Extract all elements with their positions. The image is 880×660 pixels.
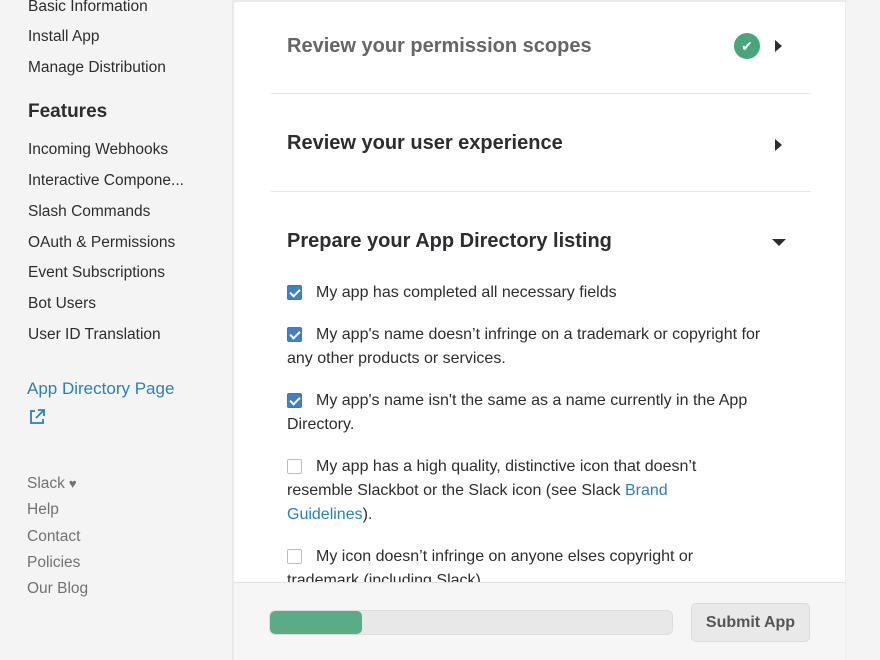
sidebar-item-oauth-permissions[interactable]: OAuth & Permissions	[28, 234, 175, 252]
sidebar-item-incoming-webhooks[interactable]: Incoming Webhooks	[28, 141, 168, 159]
checkbox[interactable]	[287, 459, 302, 474]
sidebar-item-install-app[interactable]: Install App	[28, 28, 100, 46]
sidebar: Basic Information Install App Manage Dis…	[0, 0, 233, 660]
sidebar-item-event-subscriptions[interactable]: Event Subscriptions	[28, 264, 165, 282]
main-panel: Review your permission scopes ✔ Review y…	[233, 0, 846, 582]
footer-link-contact[interactable]: Contact	[27, 528, 80, 546]
section-user-experience[interactable]: Review your user experience	[271, 94, 811, 192]
progress-bar	[269, 610, 673, 635]
checklist-item: My app's name doesn’t infringe on a trad…	[287, 323, 782, 371]
chevron-right-icon	[775, 139, 782, 151]
checklist-item: My app has a high quality, distinctive i…	[287, 455, 757, 527]
external-link-icon[interactable]	[28, 408, 46, 426]
sidebar-item-bot-users[interactable]: Bot Users	[28, 295, 96, 313]
checkbox[interactable]	[287, 549, 302, 564]
checklist-item-text: My app's name doesn’t infringe on a trad…	[287, 326, 761, 367]
checklist-item-text: My app has a high quality, distinctive i…	[287, 455, 757, 527]
section-app-directory-listing-title[interactable]: Prepare your App Directory listing	[287, 230, 612, 253]
chevron-right-icon	[775, 40, 782, 52]
footer-link-slack-label: Slack	[27, 475, 65, 492]
section-title: Review your permission scopes	[287, 35, 592, 57]
chevron-down-icon[interactable]	[772, 239, 786, 246]
sidebar-item-slash-commands[interactable]: Slash Commands	[28, 203, 150, 221]
checklist-item: My icon doesn’t infringe on anyone elses…	[287, 545, 757, 582]
progress-fill	[270, 611, 363, 634]
sidebar-item-interactive-components[interactable]: Interactive Compone...	[28, 172, 184, 190]
checklist-item: My app's name isn't the same as a name c…	[287, 389, 787, 437]
sidebar-item-user-id-translation[interactable]: User ID Translation	[28, 326, 161, 344]
footer-link-help[interactable]: Help	[27, 501, 59, 519]
app-directory-page-link[interactable]: App Directory Page	[27, 379, 174, 399]
heart-icon: ♥	[68, 476, 77, 491]
checkmark-icon: ✔	[734, 33, 760, 59]
section-permission-scopes[interactable]: Review your permission scopes ✔	[271, 0, 811, 94]
checklist-item: My app has completed all necessary field…	[287, 281, 787, 305]
submit-app-button[interactable]: Submit App	[691, 603, 810, 642]
checkbox[interactable]	[287, 285, 302, 300]
checkbox[interactable]	[287, 393, 302, 408]
footer-link-our-blog[interactable]: Our Blog	[27, 580, 88, 598]
checkbox[interactable]	[287, 327, 302, 342]
checklist-item-text: My icon doesn’t infringe on anyone elses…	[287, 548, 694, 582]
footer-link-slack[interactable]: Slack ♥	[27, 475, 77, 493]
section-title: Review your user experience	[287, 132, 563, 154]
sidebar-item-basic-information[interactable]: Basic Information	[28, 0, 148, 16]
checklist-item-text-after: ).	[362, 506, 373, 523]
features-heading: Features	[28, 101, 108, 122]
submit-footer-bar: Submit App	[233, 582, 846, 660]
footer-link-policies[interactable]: Policies	[27, 554, 80, 572]
sidebar-item-manage-distribution[interactable]: Manage Distribution	[28, 59, 166, 77]
checklist-item-text: My app's name isn't the same as a name c…	[287, 392, 748, 433]
checklist-item-text: My app has completed all necessary field…	[316, 284, 617, 301]
